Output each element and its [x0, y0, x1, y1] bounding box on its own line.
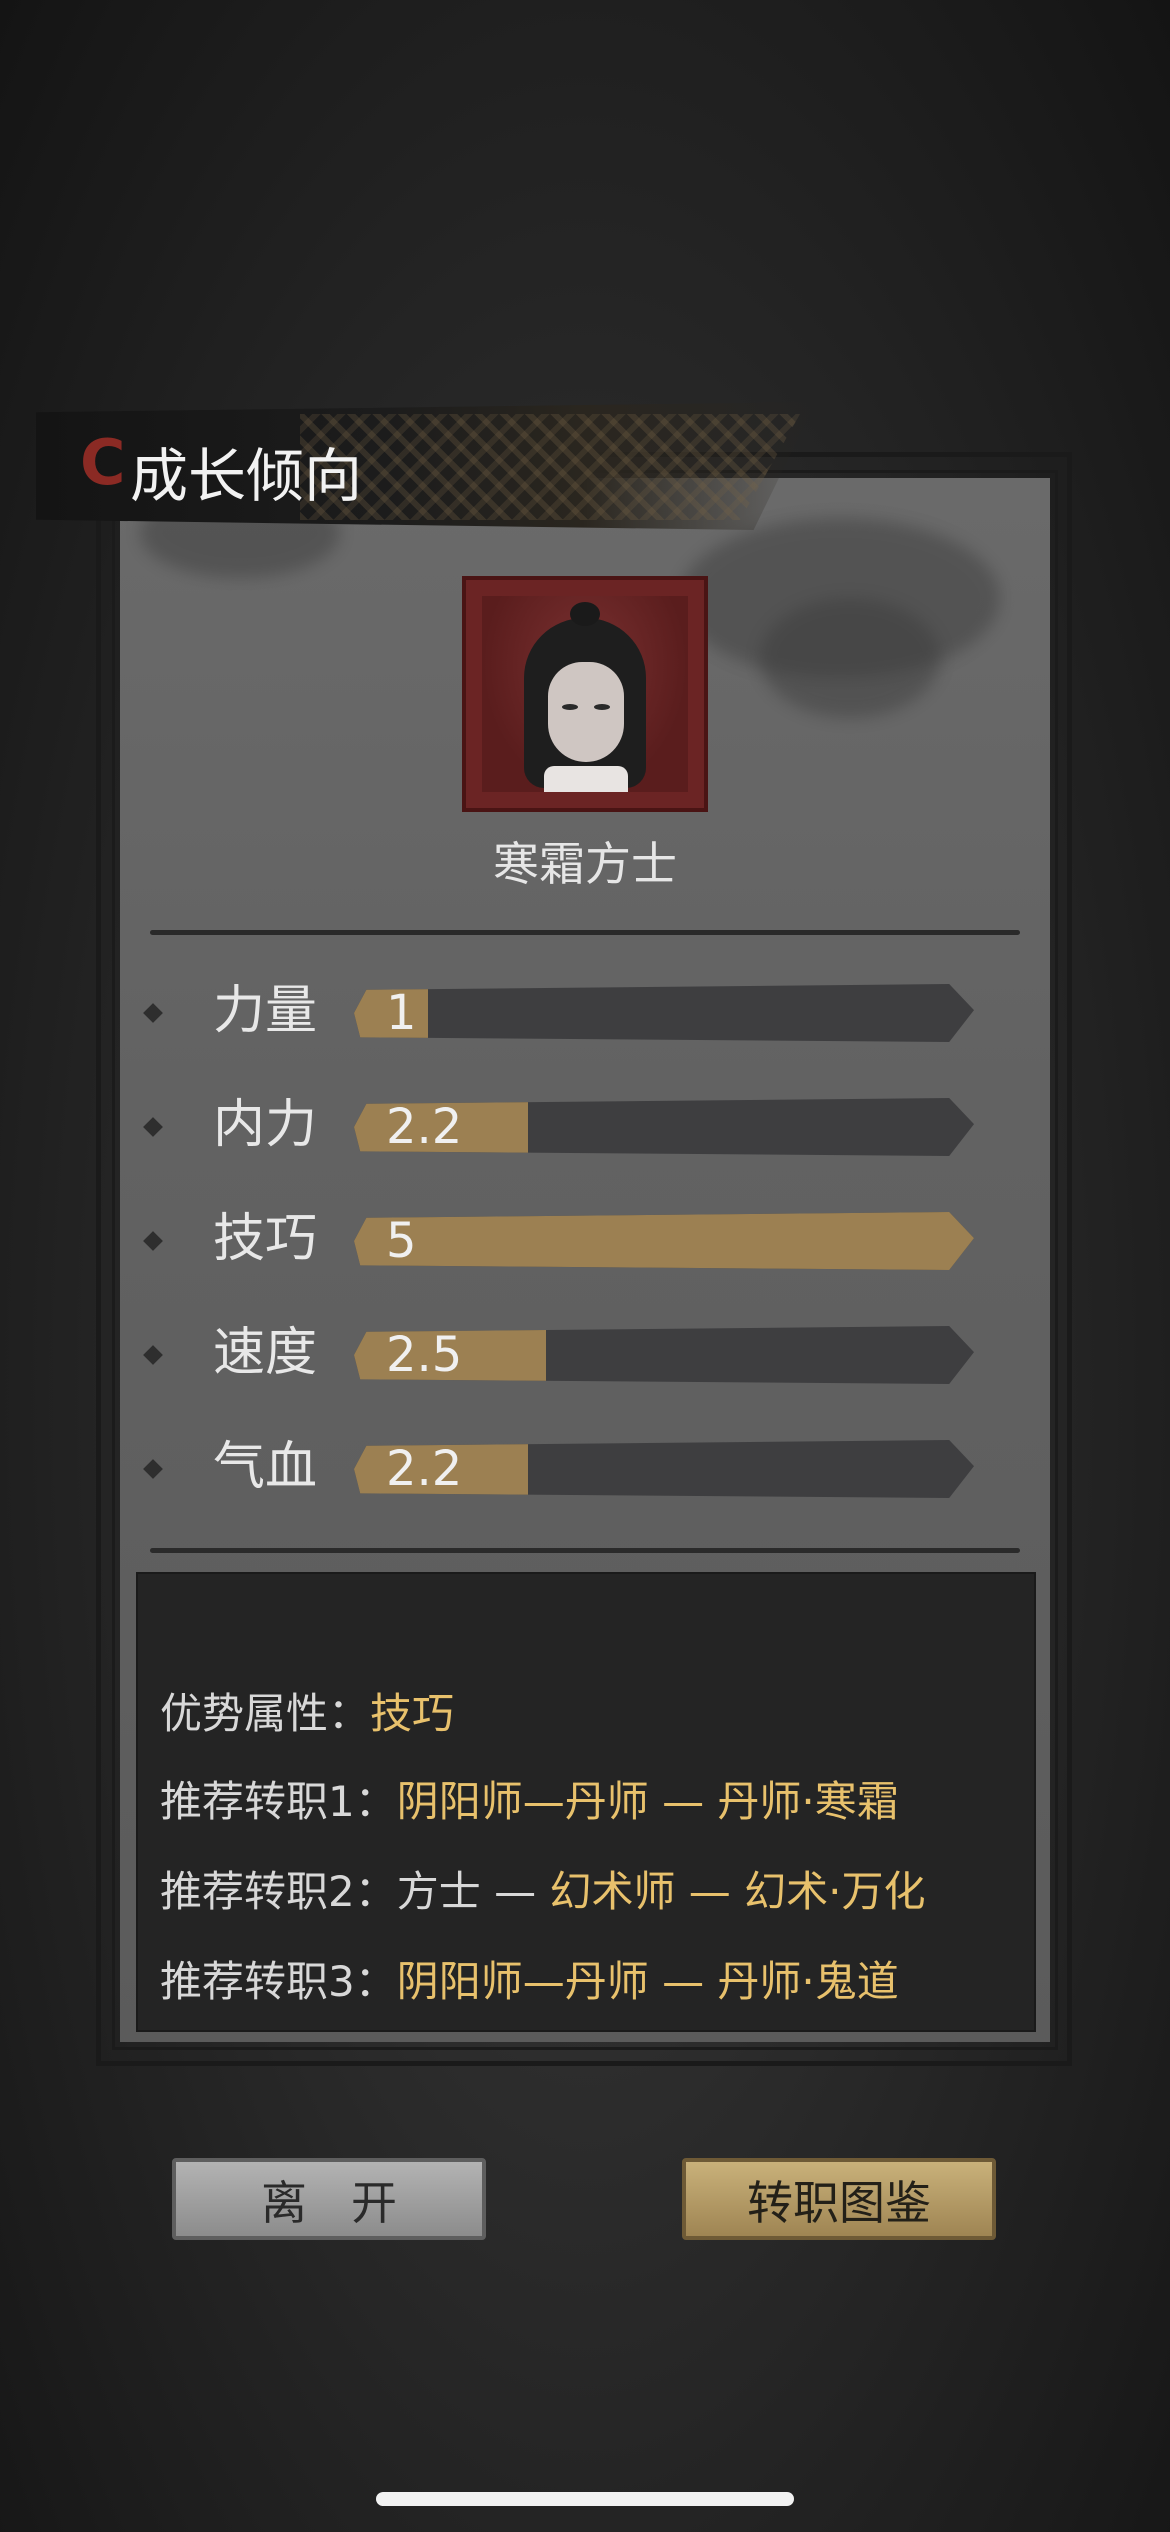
stat-row: 技巧 5 — [140, 1204, 980, 1274]
portrait-eye — [594, 704, 610, 710]
stat-label: 技巧 — [212, 1209, 317, 1269]
class-guide-button[interactable]: 转职图鉴 — [682, 2158, 996, 2240]
diamond-bullet-icon — [143, 1345, 163, 1365]
advantage-label: 优势属性： — [160, 1689, 371, 1738]
diamond-bullet-icon — [143, 1231, 163, 1251]
divider-top — [150, 930, 1020, 935]
stat-bar-track — [354, 984, 974, 1042]
ink-smudge — [760, 598, 940, 718]
advantage-value: 技巧 — [370, 1689, 455, 1738]
portrait-art — [482, 596, 688, 792]
stat-label: 内力 — [212, 1095, 317, 1155]
stat-bar-track — [354, 1212, 974, 1270]
stat-value: 2.5 — [386, 1327, 463, 1383]
diamond-bullet-icon — [143, 1459, 163, 1479]
recommend-value-1: 阴阳师—丹师 — 丹师·寒霜 — [396, 1777, 899, 1826]
recommend-line-1: 推荐转职1：阴阳师—丹师 — 丹师·寒霜 — [160, 1772, 899, 1832]
stat-label: 力量 — [212, 981, 317, 1041]
recommend-value-2: 幻术师 — 幻术·万化 — [549, 1867, 926, 1916]
stat-value: 2.2 — [386, 1441, 463, 1497]
portrait-collar — [544, 766, 628, 792]
stat-row: 内力 2.2 — [140, 1090, 980, 1160]
title-pattern — [300, 414, 800, 520]
recommend-line-3: 推荐转职3：阴阳师—丹师 — 丹师·鬼道 — [160, 1952, 899, 2012]
advantage-line: 优势属性：技巧 — [160, 1684, 454, 1744]
portrait-bun — [570, 602, 600, 626]
stat-value: 2.2 — [386, 1099, 463, 1155]
portrait-eye — [562, 704, 578, 710]
stat-bar-fill — [354, 1212, 974, 1270]
page-title: 成长倾向 — [130, 442, 363, 510]
character-name: 寒霜方士 — [493, 837, 677, 891]
diamond-bullet-icon — [143, 1117, 163, 1137]
recommend-label-2: 推荐转职2： — [160, 1867, 397, 1916]
stat-label: 速度 — [212, 1323, 317, 1383]
diamond-bullet-icon — [143, 1003, 163, 1023]
character-portrait — [462, 576, 708, 812]
recommend-label-3: 推荐转职3： — [160, 1957, 397, 2006]
stat-row: 力量 1 — [140, 976, 980, 1046]
stat-value: 5 — [386, 1213, 417, 1269]
recommend-label-1: 推荐转职1： — [160, 1777, 397, 1826]
leave-button[interactable]: 离开 — [172, 2158, 486, 2240]
stat-row: 速度 2.5 — [140, 1318, 980, 1388]
stat-label: 气血 — [212, 1437, 317, 1497]
home-indicator[interactable] — [376, 2492, 794, 2506]
portrait-face — [548, 662, 624, 762]
recommend-line-2: 推荐转职2：方士 — 幻术师 — 幻术·万化 — [160, 1862, 926, 1922]
stat-value: 1 — [386, 985, 417, 1041]
stat-row: 气血 2.2 — [140, 1432, 980, 1502]
recommend-value-3: 阴阳师—丹师 — 丹师·鬼道 — [396, 1957, 899, 2006]
recommend-base-2: 方士 — — [396, 1867, 550, 1916]
divider-bottom — [150, 1548, 1020, 1553]
